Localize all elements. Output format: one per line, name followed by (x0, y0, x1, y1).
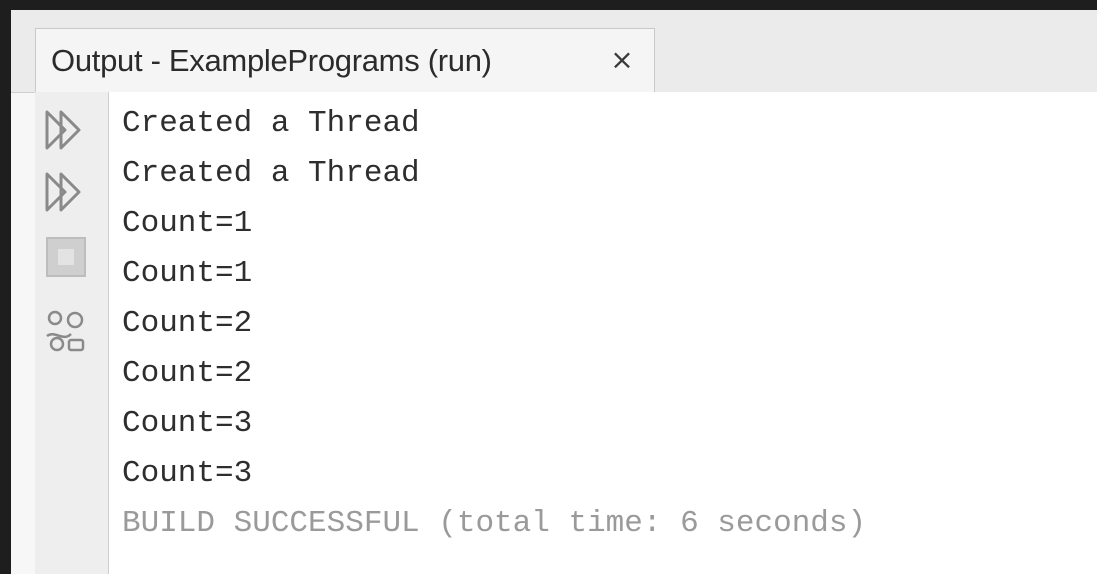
output-window: Output - ExamplePrograms (run) × Created… (0, 0, 1097, 574)
settings-icon (46, 310, 85, 352)
output-panel: Output - ExamplePrograms (run) × Created… (11, 10, 1097, 574)
stop-icon (46, 237, 86, 277)
settings-button[interactable] (41, 306, 93, 358)
output-line: Count=2 (122, 356, 253, 391)
close-icon[interactable]: × (604, 41, 640, 79)
output-line: Count=3 (122, 456, 253, 491)
output-line: Count=1 (122, 256, 253, 291)
rerun-with-options-icon (45, 172, 81, 212)
output-console[interactable]: Created a Thread Created a Thread Count=… (109, 92, 1097, 574)
rerun-icon (45, 110, 81, 150)
output-line: Count=1 (122, 206, 253, 241)
build-status-line: BUILD SUCCESSFUL (total time: 6 seconds) (122, 506, 867, 541)
stop-button[interactable] (41, 232, 93, 284)
output-line: Count=2 (122, 306, 253, 341)
tab-bar: Output - ExamplePrograms (run) × (11, 10, 1097, 93)
window-border-top (0, 0, 1097, 10)
rerun-options-button[interactable] (41, 166, 93, 218)
tab-title: Output - ExamplePrograms (run) (51, 43, 492, 78)
output-toolbar (35, 92, 109, 574)
output-line: Count=3 (122, 406, 253, 441)
output-line: Created a Thread (122, 156, 420, 191)
tab-output[interactable]: Output - ExamplePrograms (run) × (35, 28, 655, 92)
output-line: Created a Thread (122, 106, 420, 141)
window-border-left (0, 0, 11, 574)
rerun-button[interactable] (41, 104, 93, 156)
